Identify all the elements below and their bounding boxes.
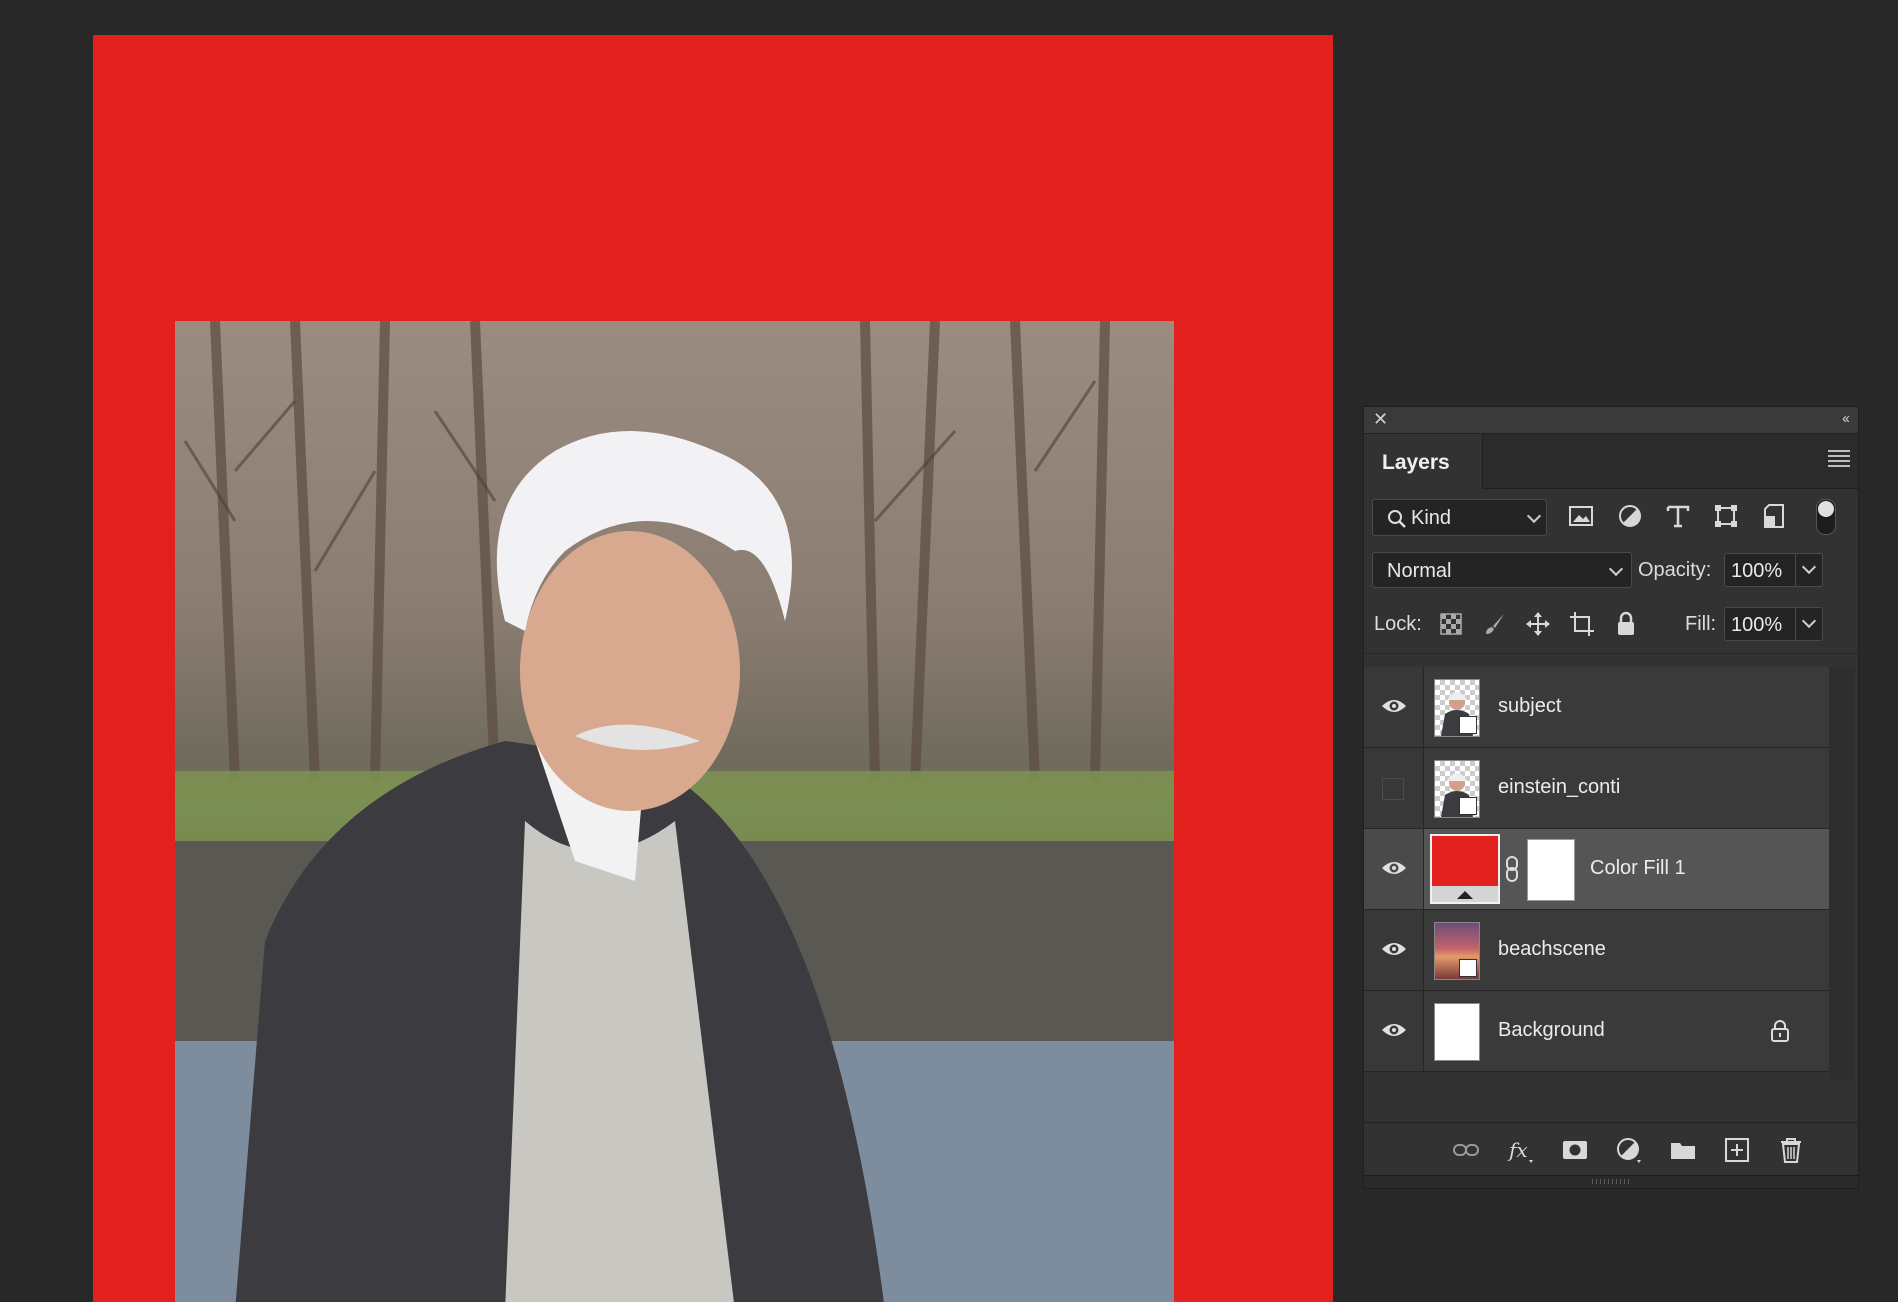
layer-thumbnail	[1434, 1003, 1480, 1061]
image-filter-icon[interactable]	[1568, 503, 1594, 529]
layer-name[interactable]: Color Fill 1	[1590, 857, 1686, 880]
panel-tab-row: Layers	[1364, 434, 1858, 489]
chevron-down-icon	[1801, 613, 1817, 629]
eye-icon	[1382, 700, 1406, 712]
new-layer-icon[interactable]	[1723, 1136, 1751, 1164]
opacity-input[interactable]: 100%	[1724, 553, 1796, 587]
opacity-dropdown-button[interactable]	[1795, 553, 1823, 587]
fill-value: 100%	[1731, 614, 1783, 636]
layer-row-beachscene[interactable]: beachscene	[1364, 910, 1829, 991]
layer-thumbnail	[1434, 679, 1480, 737]
fill-label: Fill:	[1685, 613, 1717, 635]
layer-name[interactable]: subject	[1498, 695, 1561, 718]
filter-kind-label: Kind	[1411, 507, 1452, 529]
layers-scrollbar[interactable]	[1829, 667, 1855, 1080]
lock-icon[interactable]	[1770, 1019, 1790, 1043]
layers-list: subject einstein_conti Color Fill 1 beac…	[1364, 667, 1829, 1072]
filter-toggle-switch[interactable]	[1816, 499, 1836, 535]
layer-filter-row: Kind	[1364, 489, 1858, 543]
layer-name[interactable]: einstein_conti	[1498, 776, 1620, 799]
blend-mode-dropdown[interactable]: Normal	[1372, 552, 1632, 588]
visibility-toggle[interactable]	[1364, 748, 1424, 828]
adjustment-filter-icon[interactable]	[1617, 503, 1643, 529]
lock-transparent-pixels-icon[interactable]	[1438, 611, 1464, 637]
blend-opacity-row: Normal Opacity: 100%	[1364, 543, 1858, 595]
panel-menu-icon[interactable]	[1828, 450, 1850, 470]
layers-panel: ✕ ‹‹ Layers Kind Normal Opacity: 100% Lo…	[1363, 406, 1859, 1189]
layer-thumbnail	[1434, 922, 1480, 980]
opacity-value: 100%	[1731, 560, 1783, 582]
adjustment-layer-icon[interactable]	[1615, 1136, 1643, 1164]
smart-object-filter-icon[interactable]	[1761, 503, 1787, 529]
add-mask-icon[interactable]	[1561, 1136, 1589, 1164]
fx-icon[interactable]: fx	[1507, 1136, 1535, 1164]
layer-name[interactable]: Background	[1498, 1019, 1605, 1042]
chevron-down-icon	[1608, 561, 1624, 577]
lock-label: Lock:	[1374, 613, 1422, 635]
lock-all-icon[interactable]	[1613, 611, 1639, 637]
visibility-toggle[interactable]	[1364, 910, 1424, 990]
visibility-toggle[interactable]	[1364, 829, 1424, 909]
new-group-icon[interactable]	[1669, 1136, 1697, 1164]
layer-mask-thumbnail[interactable]	[1527, 839, 1575, 901]
eye-icon	[1382, 862, 1406, 874]
photo-subject-image	[175, 321, 1174, 1302]
blend-mode-value: Normal	[1387, 560, 1452, 582]
fill-swatch-indicator-icon	[1457, 891, 1473, 899]
chevron-down-icon	[1526, 508, 1542, 524]
lock-fill-row: Lock: Fill: 100%	[1364, 595, 1858, 654]
lock-image-pixels-icon[interactable]	[1482, 611, 1508, 637]
search-icon	[1388, 510, 1406, 528]
tab-layers[interactable]: Layers	[1364, 434, 1483, 489]
shape-filter-icon[interactable]	[1713, 503, 1739, 529]
collapse-panel-icon[interactable]: ‹‹	[1842, 410, 1850, 427]
color-fill-thumbnail[interactable]	[1430, 834, 1500, 904]
visibility-toggle[interactable]	[1364, 667, 1424, 747]
chain-link-icon[interactable]	[1504, 855, 1520, 883]
chevron-down-icon	[1801, 559, 1817, 575]
delete-layer-icon[interactable]	[1777, 1136, 1805, 1164]
layer-name[interactable]: beachscene	[1498, 938, 1606, 961]
visibility-off-box	[1382, 778, 1404, 800]
type-filter-icon[interactable]	[1665, 503, 1691, 529]
smart-object-badge-icon	[1459, 716, 1477, 734]
fill-input[interactable]: 100%	[1724, 607, 1796, 641]
svg-text:fx: fx	[1507, 1138, 1528, 1162]
lock-artboard-icon[interactable]	[1569, 611, 1595, 637]
lock-position-icon[interactable]	[1525, 611, 1551, 637]
opacity-label: Opacity:	[1638, 559, 1712, 581]
panel-resize-grip[interactable]	[1364, 1175, 1858, 1188]
fill-dropdown-button[interactable]	[1795, 607, 1823, 641]
panel-title-bar: ✕ ‹‹	[1364, 407, 1858, 434]
document-canvas[interactable]	[93, 35, 1333, 1302]
layer-row-subject[interactable]: subject	[1364, 667, 1829, 748]
eye-icon	[1382, 943, 1406, 955]
layer-thumbnail	[1434, 760, 1480, 818]
layer-row-color-fill-1[interactable]: Color Fill 1	[1364, 829, 1829, 910]
link-layers-icon[interactable]	[1452, 1136, 1480, 1164]
visibility-toggle[interactable]	[1364, 991, 1424, 1071]
smart-object-badge-icon	[1459, 797, 1477, 815]
tab-layers-label: Layers	[1382, 451, 1450, 474]
filter-kind-dropdown[interactable]: Kind	[1372, 499, 1547, 536]
layer-row-einstein-conti[interactable]: einstein_conti	[1364, 748, 1829, 829]
layers-footer-toolbar: fx	[1364, 1122, 1858, 1177]
close-icon[interactable]: ✕	[1373, 409, 1388, 429]
layer-row-background[interactable]: Background	[1364, 991, 1829, 1072]
smart-object-badge-icon	[1459, 959, 1477, 977]
eye-icon	[1382, 1024, 1406, 1036]
